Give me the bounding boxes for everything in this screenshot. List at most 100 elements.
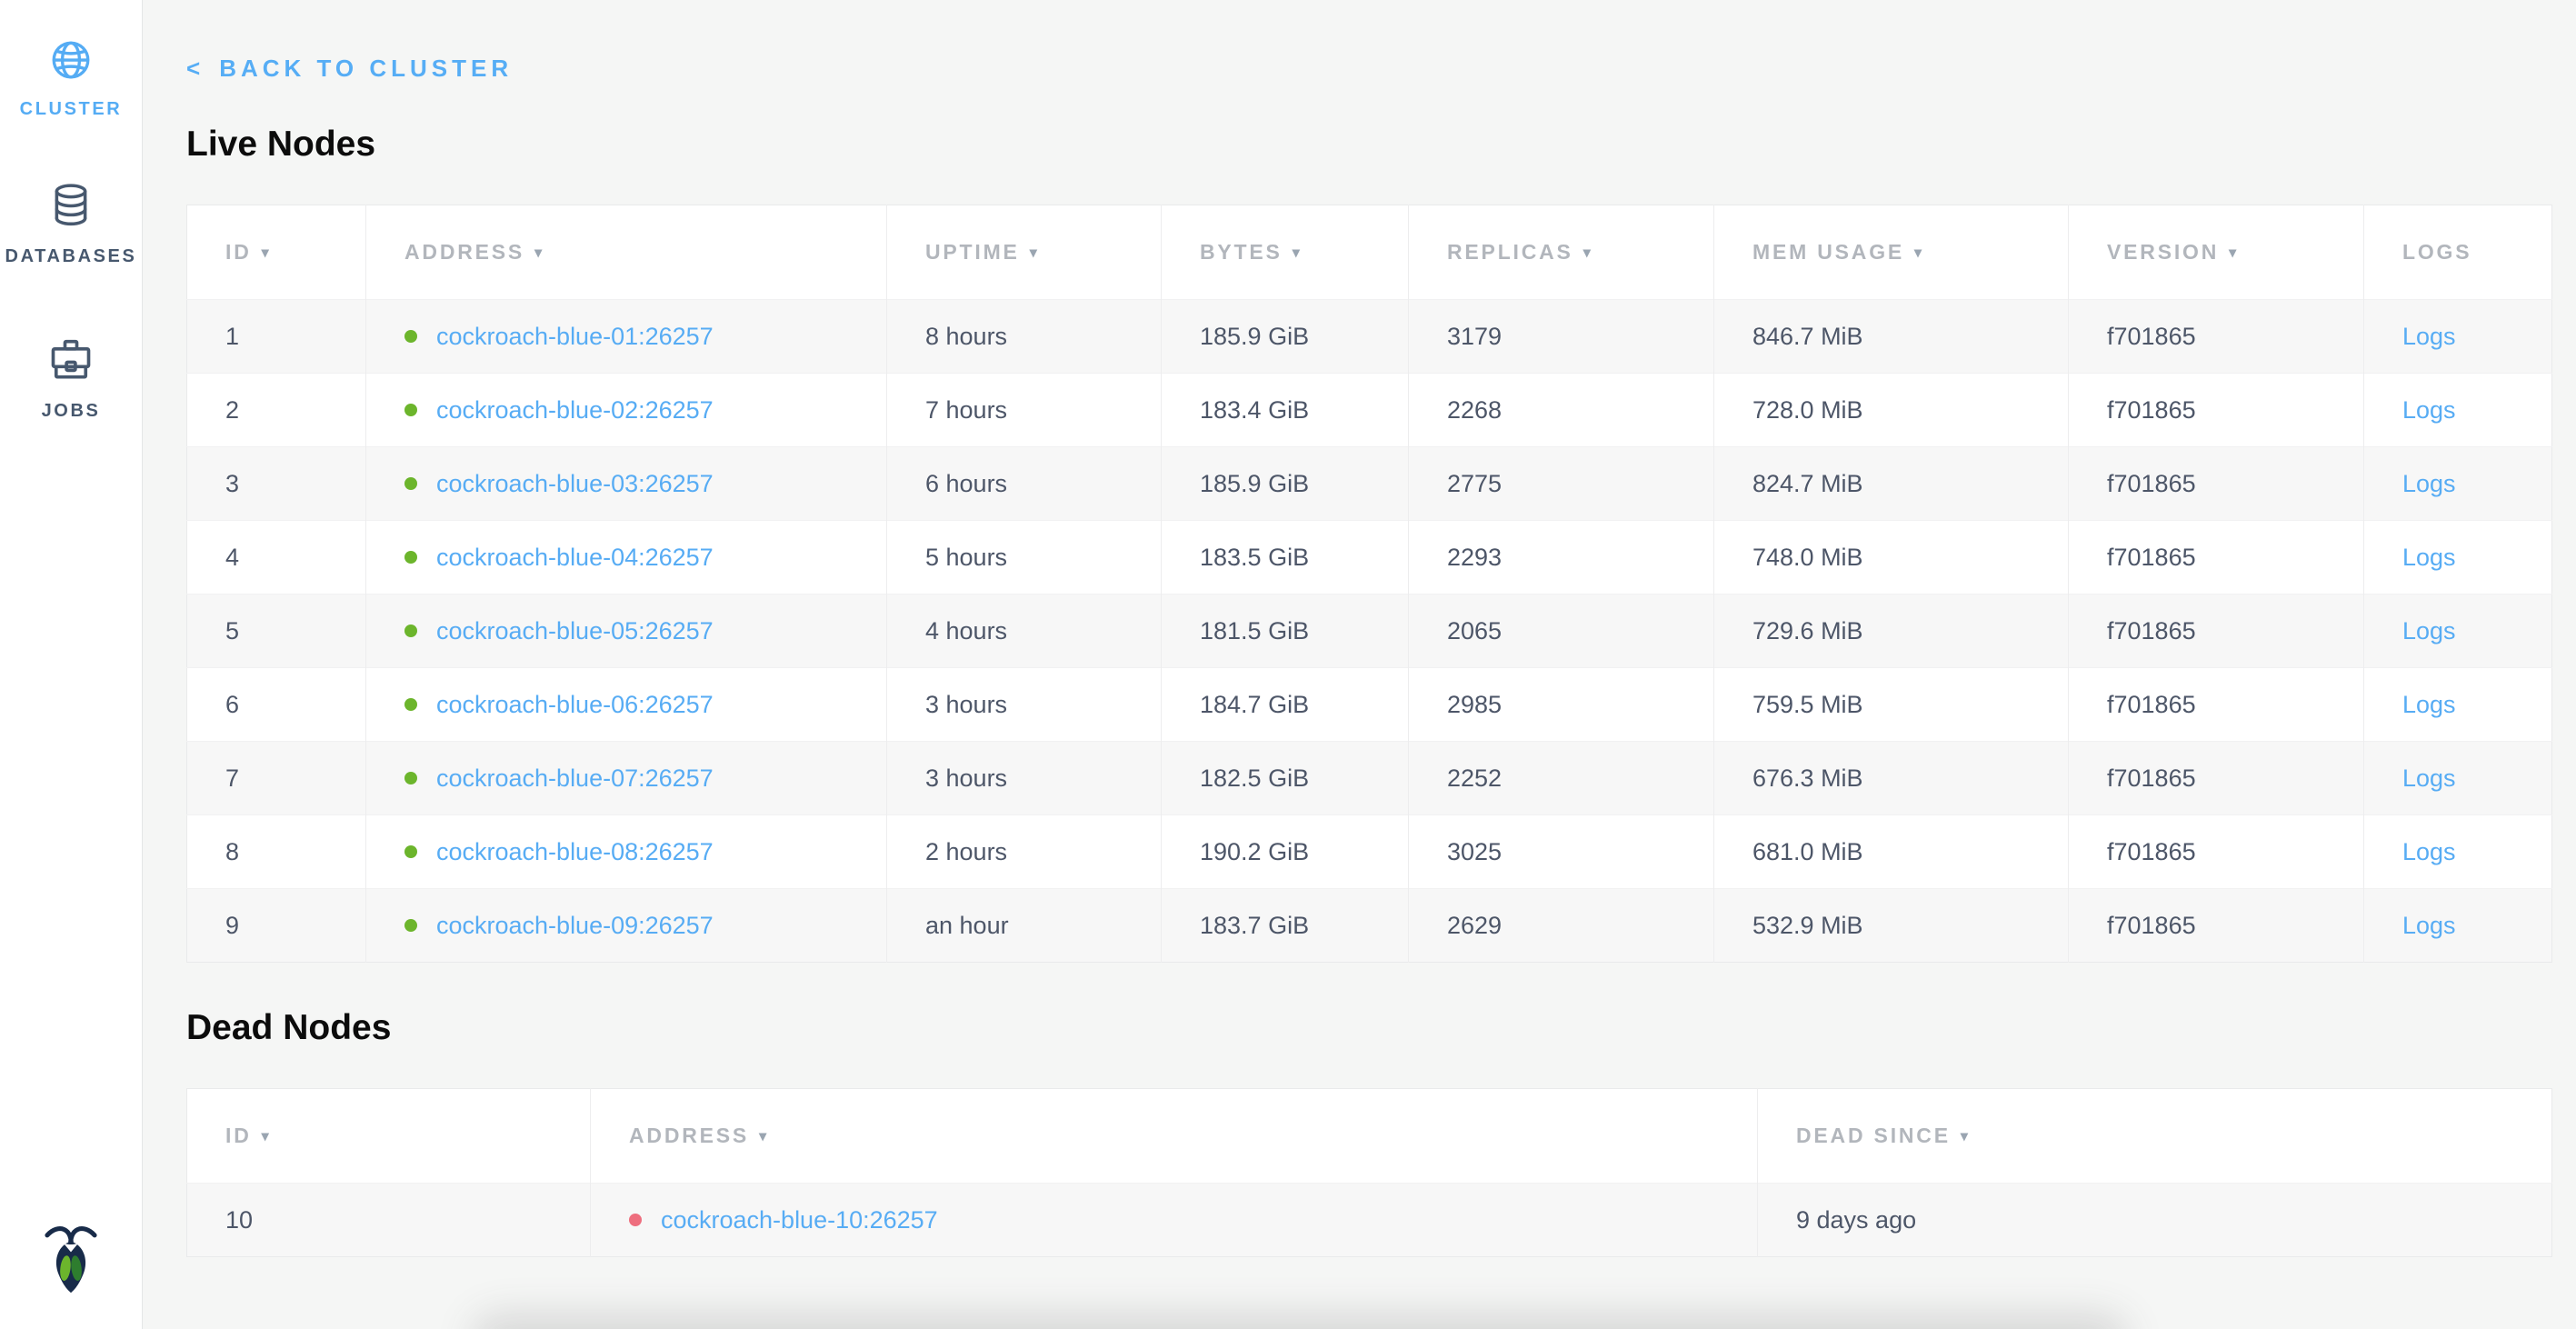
cell-logs: Logs [2364,521,2552,595]
column-header-address[interactable]: ADDRESS▾ [366,205,887,300]
sort-arrow-icon: ▾ [1961,1127,1971,1145]
column-header-label: ADDRESS [404,240,524,264]
dead-nodes-title: Dead Nodes [186,1008,2554,1048]
live-nodes-title: Live Nodes [186,125,2554,165]
logs-link[interactable]: Logs [2402,470,2456,497]
cell-version: f701865 [2069,889,2364,963]
cell-replicas: 2775 [1409,447,1714,521]
cell-mem_usage: 728.0 MiB [1714,374,2069,447]
cell-uptime: 7 hours [887,374,1162,447]
column-header-uptime[interactable]: UPTIME▾ [887,205,1162,300]
cell-bytes: 185.9 GiB [1162,300,1409,374]
sort-arrow-icon: ▾ [1293,244,1303,262]
cell-bytes: 190.2 GiB [1162,815,1409,889]
cell-logs: Logs [2364,595,2552,668]
cell-version: f701865 [2069,374,2364,447]
cell-uptime: 4 hours [887,595,1162,668]
cell-mem_usage: 681.0 MiB [1714,815,2069,889]
node-address-link[interactable]: cockroach-blue-01:26257 [436,323,714,350]
column-header-version[interactable]: VERSION▾ [2069,205,2364,300]
logs-link[interactable]: Logs [2402,691,2456,718]
logs-link[interactable]: Logs [2402,323,2456,350]
column-header-bytes[interactable]: BYTES ▾ [1162,205,1409,300]
back-to-cluster-link[interactable]: < BACK TO CLUSTER [186,55,513,83]
column-header-replicas[interactable]: REPLICAS▾ [1409,205,1714,300]
column-header-label: VERSION [2107,240,2219,264]
sidebar-item-label: CLUSTER [20,99,123,120]
cell-address: cockroach-blue-03:26257 [366,447,887,521]
node-address-link[interactable]: cockroach-blue-07:26257 [436,764,714,792]
sort-arrow-icon: ▾ [262,1127,272,1145]
cell-uptime: 6 hours [887,447,1162,521]
logs-link[interactable]: Logs [2402,764,2456,792]
cell-uptime: 3 hours [887,668,1162,742]
cell-id: 1 [187,300,366,374]
table-header-row: ID▾ADDRESS▾DEAD SINCE▾ [187,1089,2552,1184]
column-header-label: ID [225,240,252,264]
column-header-label: BYTES [1200,240,1283,264]
node-status-dot-icon [629,1214,642,1226]
column-header-id[interactable]: ID▾ [187,1089,591,1184]
cell-mem_usage: 532.9 MiB [1714,889,2069,963]
node-address-link[interactable]: cockroach-blue-10:26257 [661,1206,938,1234]
sort-arrow-icon: ▾ [262,244,272,262]
node-address-link[interactable]: cockroach-blue-09:26257 [436,912,714,939]
cell-address: cockroach-blue-10:26257 [591,1184,1758,1257]
sort-arrow-icon: ▾ [1030,244,1040,262]
table-row: 8cockroach-blue-08:262572 hours190.2 GiB… [187,815,2552,889]
cell-version: f701865 [2069,447,2364,521]
live-nodes-table: ID▾ADDRESS▾UPTIME▾BYTES▾REPLICAS▾MEM USA… [186,205,2552,963]
logs-link[interactable]: Logs [2402,396,2456,424]
cell-address: cockroach-blue-02:26257 [366,374,887,447]
column-header-label: LOGS [2402,240,2471,264]
table-row: 10cockroach-blue-10:262579 days ago [187,1184,2552,1257]
column-header-address[interactable]: ADDRESS▾ [591,1089,1758,1184]
node-status-dot-icon [404,330,417,343]
logs-link[interactable]: Logs [2402,912,2456,939]
logs-link[interactable]: Logs [2402,617,2456,645]
node-status-dot-icon [404,772,417,784]
sidebar-item-label: DATABASES [5,246,137,267]
logs-link[interactable]: Logs [2402,544,2456,571]
cell-logs: Logs [2364,300,2552,374]
sidebar: CLUSTER DATABASES JOBS [0,0,143,1329]
cell-mem_usage: 748.0 MiB [1714,521,2069,595]
cockroachdb-logo [39,1221,103,1298]
cell-address: cockroach-blue-01:26257 [366,300,887,374]
node-status-dot-icon [404,625,417,637]
cell-bytes: 182.5 GiB [1162,742,1409,815]
cell-bytes: 183.7 GiB [1162,889,1409,963]
node-address-link[interactable]: cockroach-blue-03:26257 [436,470,714,497]
cell-id: 7 [187,742,366,815]
column-header-label: MEM USAGE [1752,240,1904,264]
sidebar-item-databases[interactable]: DATABASES [0,182,142,267]
cell-id: 3 [187,447,366,521]
cell-replicas: 2629 [1409,889,1714,963]
logs-link[interactable]: Logs [2402,838,2456,865]
table-row: 1 cockroach-blue-01:26257 8 hours185.9 GiB… [187,300,2552,374]
node-address-link[interactable]: cockroach-blue-06:26257 [436,691,714,718]
sidebar-item-jobs[interactable]: JOBS [0,336,142,422]
cell-logs: Logs [2364,815,2552,889]
column-header-id[interactable]: ID ▾ [187,205,366,300]
node-address-link[interactable]: cockroach-blue-04:26257 [436,544,714,571]
table-row: 2cockroach-blue-02:262577 hours183.4 GiB… [187,374,2552,447]
node-status-dot-icon [404,477,417,490]
column-header-mem_usage[interactable]: MEM USAGE▾ [1714,205,2069,300]
cell-bytes: 181.5 GiB [1162,595,1409,668]
table-header-row: ID▾ADDRESS▾UPTIME▾BYTES▾REPLICAS▾MEM USA… [187,205,2552,300]
cell-address: cockroach-blue-05:26257 [366,595,887,668]
cell-id: 2 [187,374,366,447]
node-status-dot-icon [404,845,417,858]
briefcase-icon [47,336,95,388]
sidebar-item-cluster[interactable]: CLUSTER [0,38,142,120]
node-address-link[interactable]: cockroach-blue-08:26257 [436,838,714,865]
column-header-dead_since[interactable]: DEAD SINCE▾ [1758,1089,2552,1184]
cell-version: f701865 [2069,521,2364,595]
node-address-link[interactable]: cockroach-blue-02:26257 [436,396,714,424]
table-row: 3cockroach-blue-03:262576 hours185.9 GiB… [187,447,2552,521]
node-address-link[interactable]: cockroach-blue-05:26257 [436,617,714,645]
cell-id: 5 [187,595,366,668]
cell-replicas: 2065 [1409,595,1714,668]
cell-uptime: 8 hours [887,300,1162,374]
